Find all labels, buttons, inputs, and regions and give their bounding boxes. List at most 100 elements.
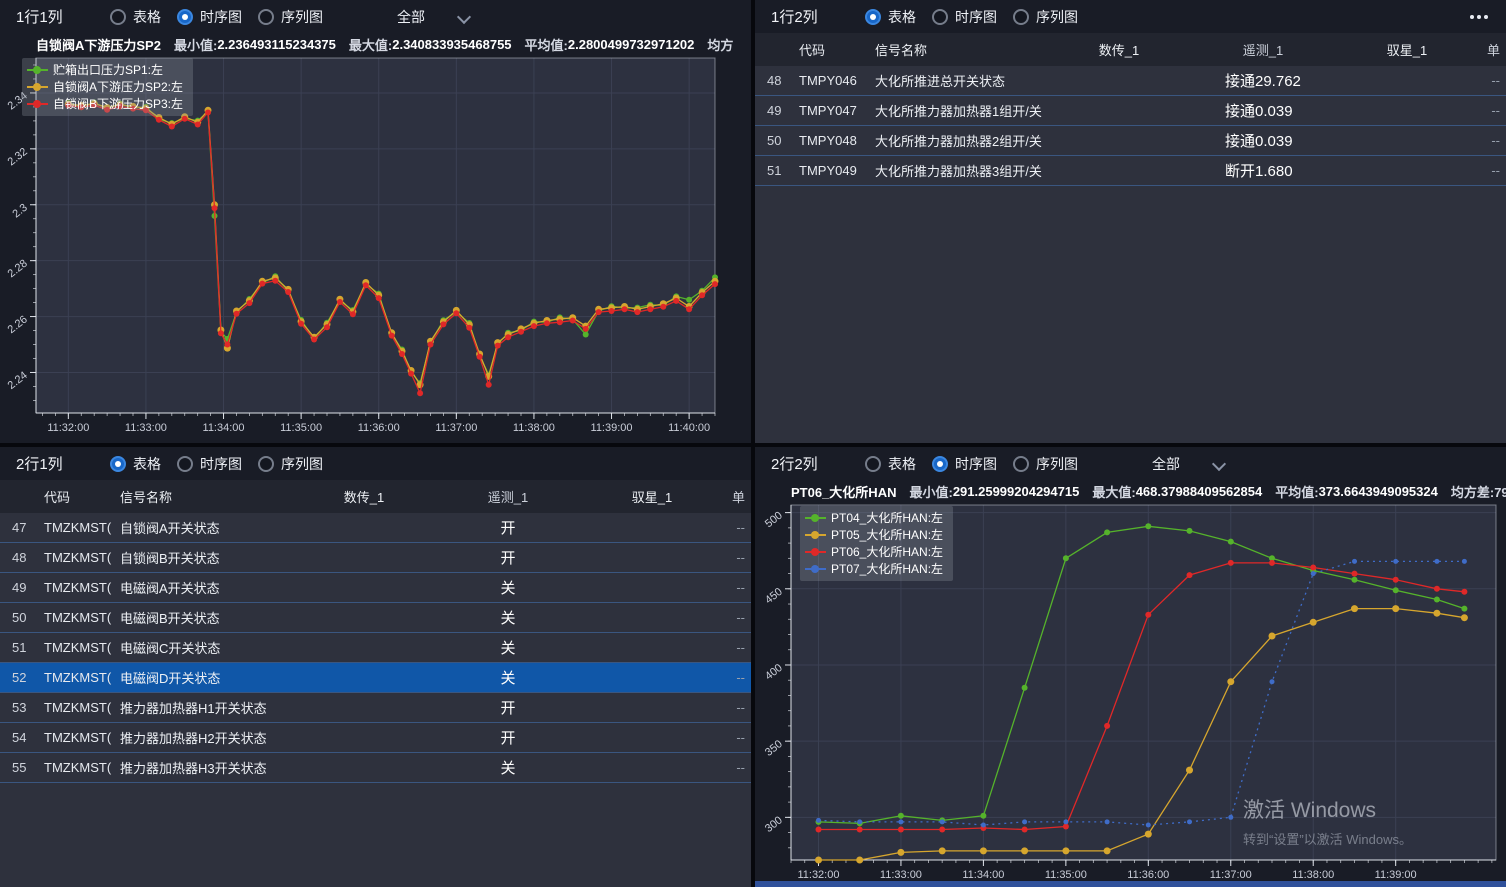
radio-circle-icon bbox=[177, 456, 193, 472]
signal-code: TMPY048 bbox=[799, 133, 875, 148]
svg-text:11:39:00: 11:39:00 bbox=[1375, 869, 1417, 881]
signal-code: TMZKMST( bbox=[44, 580, 120, 595]
radio-option[interactable]: 时序图 bbox=[932, 7, 997, 27]
unit-value: -- bbox=[724, 610, 751, 625]
svg-text:11:37:00: 11:37:00 bbox=[1210, 869, 1252, 881]
radio-option[interactable]: 序列图 bbox=[1013, 454, 1078, 474]
signal-code: TMZKMST( bbox=[44, 610, 120, 625]
radio-option[interactable]: 序列图 bbox=[258, 454, 323, 474]
panel-row2-col1: 2行1列 表格时序图序列图 代码信号名称数传_1遥测_1驭星_1单47TMZKM… bbox=[0, 447, 751, 887]
legend-item[interactable]: 自锁阀B下游压力SP3:左 bbox=[27, 95, 183, 112]
table-row[interactable]: 50TMPY048大化所推力器加热器2组开/关接通0.039-- bbox=[755, 126, 1506, 156]
table-row[interactable]: 55TMZKMST(推力器加热器H3开关状态关-- bbox=[0, 753, 751, 783]
radio-selected[interactable]: 表格 bbox=[110, 454, 161, 474]
yaoce-value: 关 bbox=[436, 637, 580, 658]
yaoce-value: 关 bbox=[436, 757, 580, 778]
table-row[interactable]: 50TMZKMST(电磁阀B开关状态关-- bbox=[0, 603, 751, 633]
row-index: 53 bbox=[0, 700, 44, 715]
svg-text:11:32:00: 11:32:00 bbox=[47, 422, 89, 434]
legend-item[interactable]: 自锁阀A下游压力SP2:左 bbox=[27, 78, 183, 95]
svg-text:350: 350 bbox=[763, 738, 785, 759]
table-row[interactable]: 54TMZKMST(推力器加热器H2开关状态开-- bbox=[0, 723, 751, 753]
yaoce-value: 断开1.680 bbox=[1191, 160, 1335, 181]
table-row[interactable]: 51TMZKMST(电磁阀C开关状态关-- bbox=[0, 633, 751, 663]
legend-label: PT07_大化所HAN:左 bbox=[831, 560, 943, 577]
panel-title: 2行1列 bbox=[16, 453, 88, 474]
row-index: 51 bbox=[755, 163, 799, 178]
radio-circle-icon bbox=[932, 9, 948, 25]
radio-label: 表格 bbox=[888, 7, 916, 27]
radio-option[interactable]: 序列图 bbox=[258, 7, 323, 27]
legend-item[interactable]: PT06_大化所HAN:左 bbox=[805, 543, 943, 560]
legend-label: 自锁阀B下游压力SP3:左 bbox=[53, 95, 183, 112]
table-row[interactable]: 49TMZKMST(电磁阀A开关状态关-- bbox=[0, 573, 751, 603]
chart-title: PT06_大化所HAN bbox=[791, 482, 896, 501]
column-header: 代码 bbox=[799, 40, 875, 59]
table-row[interactable]: 51TMPY049大化所推力器加热器3组开/关断开1.680-- bbox=[755, 156, 1506, 186]
more-options-icon[interactable] bbox=[1468, 9, 1490, 25]
signal-code: TMPY047 bbox=[799, 103, 875, 118]
row-index: 51 bbox=[0, 640, 44, 655]
column-header: 代码 bbox=[44, 487, 120, 506]
signal-name: 电磁阀D开关状态 bbox=[120, 668, 292, 687]
panel-header: 1行2列 表格时序图序列图 bbox=[755, 0, 1506, 33]
dropdown-value: 全部 bbox=[397, 7, 425, 27]
chevron-down-icon bbox=[459, 12, 469, 22]
radio-label: 表格 bbox=[133, 454, 161, 474]
bottom-scrollbar[interactable] bbox=[755, 881, 1506, 887]
unit-value: -- bbox=[724, 640, 751, 655]
avg-label: 平均值: bbox=[1275, 482, 1318, 501]
svg-text:11:33:00: 11:33:00 bbox=[125, 422, 167, 434]
table-row[interactable]: 53TMZKMST(推力器加热器H1开关状态开-- bbox=[0, 693, 751, 723]
svg-text:11:35:00: 11:35:00 bbox=[1045, 869, 1087, 881]
column-header: 驭星_1 bbox=[580, 487, 724, 506]
max-value: 2.340833935468755 bbox=[392, 37, 511, 52]
row-index: 50 bbox=[755, 133, 799, 148]
legend-item[interactable]: PT04_大化所HAN:左 bbox=[805, 509, 943, 526]
row-index: 54 bbox=[0, 730, 44, 745]
radio-selected[interactable]: 表格 bbox=[865, 7, 916, 27]
min-label: 最小值: bbox=[909, 482, 952, 501]
unit-value: -- bbox=[724, 730, 751, 745]
radio-option[interactable]: 表格 bbox=[110, 7, 161, 27]
radio-circle-icon bbox=[258, 456, 274, 472]
legend-item[interactable]: PT05_大化所HAN:左 bbox=[805, 526, 943, 543]
panel-title: 1行1列 bbox=[16, 6, 88, 27]
radio-circle-icon bbox=[110, 456, 126, 472]
radio-option[interactable]: 序列图 bbox=[1013, 7, 1078, 27]
radio-option[interactable]: 表格 bbox=[865, 454, 916, 474]
unit-value: -- bbox=[1479, 73, 1506, 88]
row-index: 55 bbox=[0, 760, 44, 775]
table-header-row: 代码信号名称数传_1遥测_1驭星_1单 bbox=[0, 480, 751, 513]
table-row[interactable]: 49TMPY047大化所推力器加热器1组开/关接通0.039-- bbox=[755, 96, 1506, 126]
table-row[interactable]: 48TMPY046大化所推进总开关状态接通29.762-- bbox=[755, 66, 1506, 96]
min-value: 2.236493115234375 bbox=[217, 37, 336, 52]
legend-item[interactable]: PT07_大化所HAN:左 bbox=[805, 560, 943, 577]
table-row[interactable]: 47TMZKMST(自锁阀A开关状态开-- bbox=[0, 513, 751, 543]
signal-code: TMZKMST( bbox=[44, 670, 120, 685]
radio-circle-icon bbox=[258, 9, 274, 25]
signal-table: 代码信号名称数传_1遥测_1驭星_1单47TMZKMST(自锁阀A开关状态开--… bbox=[0, 480, 751, 887]
svg-text:11:34:00: 11:34:00 bbox=[962, 869, 1004, 881]
column-header: 信号名称 bbox=[120, 487, 292, 506]
signal-name: 大化所推进总开关状态 bbox=[875, 71, 1047, 90]
min-value: 291.25999204294715 bbox=[953, 484, 1080, 499]
filter-dropdown[interactable]: 全部 bbox=[397, 7, 469, 27]
radio-label: 序列图 bbox=[281, 7, 323, 27]
radio-selected[interactable]: 时序图 bbox=[932, 454, 997, 474]
legend-item[interactable]: 贮箱出口压力SP1:左 bbox=[27, 61, 183, 78]
max-label: 最大值: bbox=[1092, 482, 1135, 501]
filter-dropdown[interactable]: 全部 bbox=[1152, 454, 1224, 474]
radio-selected[interactable]: 时序图 bbox=[177, 7, 242, 27]
yaoce-value: 开 bbox=[436, 727, 580, 748]
legend-label: 自锁阀A下游压力SP2:左 bbox=[53, 78, 183, 95]
table-row[interactable]: 48TMZKMST(自锁阀B开关状态开-- bbox=[0, 543, 751, 573]
unit-value: -- bbox=[1479, 163, 1506, 178]
svg-text:11:40:00: 11:40:00 bbox=[668, 422, 710, 434]
legend-marker-icon bbox=[27, 99, 48, 109]
radio-circle-icon bbox=[932, 456, 948, 472]
radio-option[interactable]: 时序图 bbox=[177, 454, 242, 474]
svg-text:2.28: 2.28 bbox=[6, 258, 30, 281]
table-row-selected[interactable]: 52TMZKMST(电磁阀D开关状态关-- bbox=[0, 663, 751, 693]
panel-row1-col2: 1行2列 表格时序图序列图 代码信号名称数传_1遥测_1驭星_1单48TMPY0… bbox=[755, 0, 1506, 443]
